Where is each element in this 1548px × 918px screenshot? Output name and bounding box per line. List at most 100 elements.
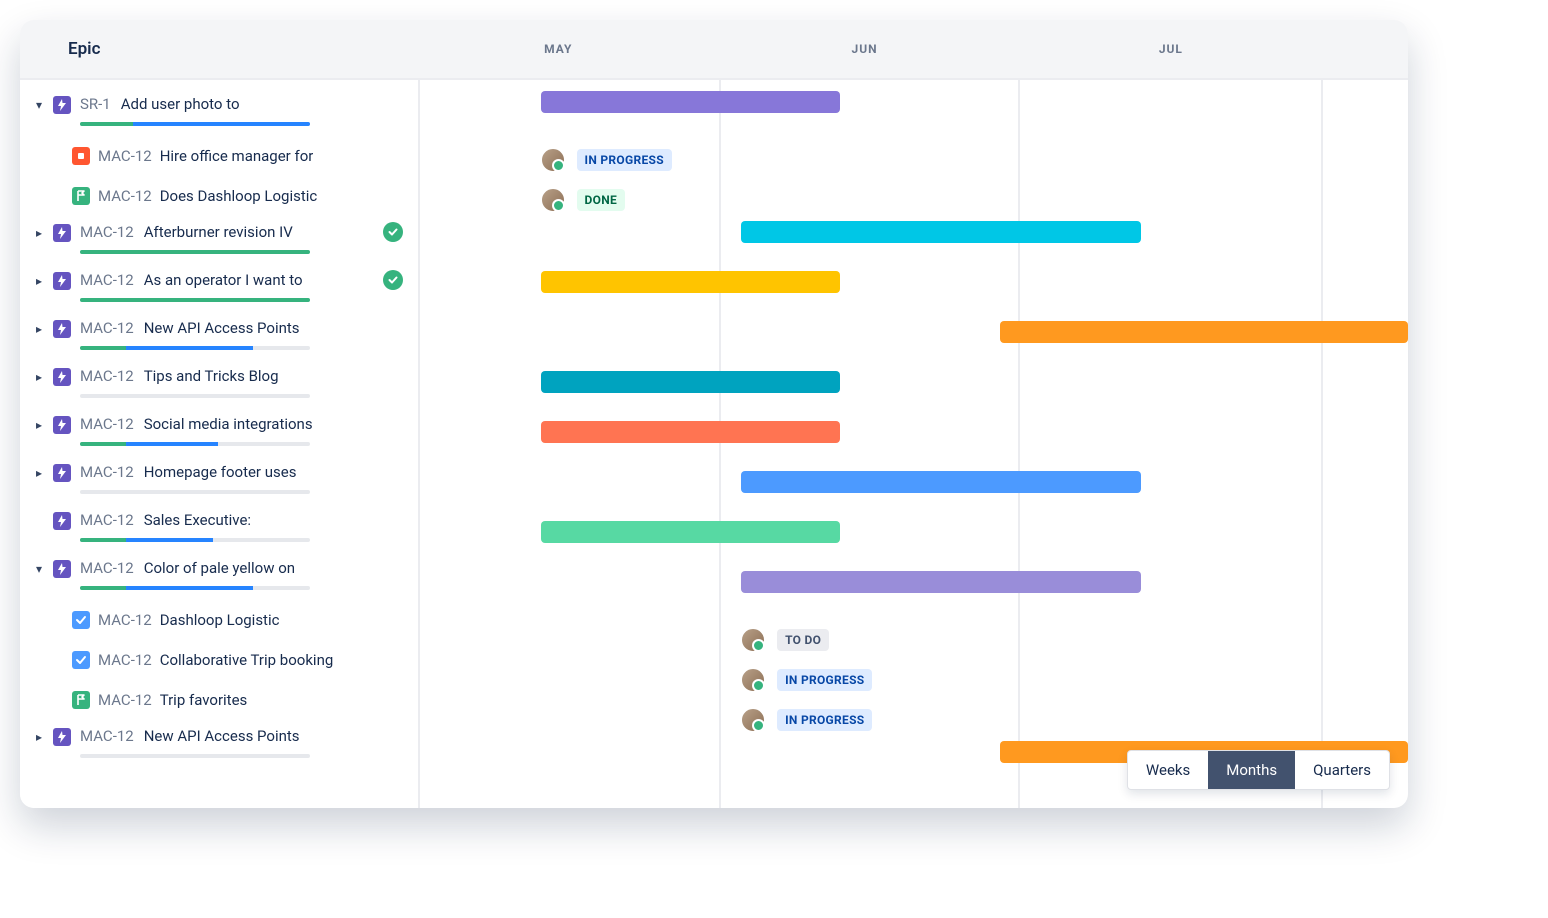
issue-title: Trip favorites <box>160 691 248 709</box>
issue-key: MAC-12 <box>98 187 152 205</box>
child-row[interactable]: MAC-12 Dashloop Logistic <box>20 600 418 640</box>
progress-bar <box>80 122 310 126</box>
timeline-bar[interactable] <box>741 221 1141 243</box>
month-label: MAY <box>528 20 588 78</box>
progress-bar <box>80 490 310 494</box>
timeline-bar[interactable] <box>541 91 840 113</box>
issue-title: Afterburner revision IV <box>144 223 293 241</box>
epic-row[interactable]: ▸MAC-12New API Access Points <box>20 720 418 768</box>
issue-title: New API Access Points <box>144 319 300 337</box>
timeline-bar[interactable] <box>1000 321 1408 343</box>
timeline-bar[interactable] <box>741 471 1141 493</box>
done-badge-icon <box>383 270 403 290</box>
epic-icon <box>53 96 71 114</box>
epic-row[interactable]: ▸MAC-12As an operator I want to <box>20 264 418 312</box>
issue-key: MAC-12 <box>98 611 152 629</box>
epic-icon <box>53 224 71 242</box>
child-row[interactable]: MAC-12 Does Dashloop Logistic <box>20 176 418 216</box>
epic-icon <box>53 560 71 578</box>
timeline-bar[interactable] <box>541 521 840 543</box>
epic-icon <box>53 464 71 482</box>
issue-key: MAC-12 <box>80 559 134 577</box>
story-icon <box>72 187 90 205</box>
progress-bar <box>80 394 310 398</box>
issue-title: Color of pale yellow on <box>144 559 295 577</box>
body: ▾SR-1Add user photo to MAC-12 Hire office … <box>20 80 1408 808</box>
epic-sidebar: ▾SR-1Add user photo to MAC-12 Hire office … <box>20 80 420 808</box>
epic-row[interactable]: ▸MAC-12Social media integrations <box>20 408 418 456</box>
progress-bar <box>80 754 310 758</box>
month-divider <box>719 80 721 808</box>
epic-row[interactable]: MAC-12 Sales Executive: <box>20 504 418 552</box>
progress-bar <box>80 442 310 446</box>
granularity-option-quarters[interactable]: Quarters <box>1295 751 1389 789</box>
avatar[interactable] <box>541 188 565 212</box>
epic-row[interactable]: ▸ MAC-12 Afterburner revision IV <box>20 216 418 264</box>
issue-title: Sales Executive: <box>144 511 251 529</box>
bug-icon <box>72 147 90 165</box>
timeline-bar[interactable] <box>741 571 1141 593</box>
month-divider <box>1321 80 1323 808</box>
status-pill[interactable]: TO DO <box>777 629 829 651</box>
epic-row[interactable]: ▸MAC-12Tips and Tricks Blog <box>20 360 418 408</box>
progress-bar <box>80 298 310 302</box>
issue-key: MAC-12 <box>80 367 134 385</box>
child-row[interactable]: MAC-12 Collaborative Trip booking <box>20 640 418 680</box>
issue-key: MAC-12 <box>80 415 134 433</box>
epic-icon <box>53 320 71 338</box>
status-pill[interactable]: IN PROGRESS <box>777 669 872 691</box>
chevron-right-icon[interactable]: ▸ <box>32 322 46 336</box>
epic-icon <box>53 512 71 530</box>
granularity-option-weeks[interactable]: Weeks <box>1128 751 1208 789</box>
issue-title: Collaborative Trip booking <box>160 651 334 669</box>
issue-key: MAC-12 <box>98 691 152 709</box>
issue-title: Hire office manager for <box>160 147 314 165</box>
roadmap-window: Epic MAYJUNJUL ▾SR-1Add user photo toMAC… <box>20 20 1408 808</box>
status-row: IN PROGRESS <box>541 148 672 172</box>
chevron-down-icon[interactable]: ▾ <box>32 562 46 576</box>
status-pill[interactable]: IN PROGRESS <box>577 149 672 171</box>
status-row: DONE <box>541 188 626 212</box>
issue-key: MAC-12 <box>80 223 134 241</box>
story-icon <box>72 691 90 709</box>
avatar[interactable] <box>741 708 765 732</box>
issue-key: MAC-12 <box>80 727 134 745</box>
chevron-right-icon[interactable]: ▸ <box>32 730 46 744</box>
status-pill[interactable]: DONE <box>577 189 626 211</box>
chevron-down-icon[interactable]: ▾ <box>32 98 46 112</box>
avatar[interactable] <box>741 628 765 652</box>
epic-row[interactable]: ▾SR-1Add user photo to <box>20 88 418 136</box>
issue-title: Dashloop Logistic <box>160 611 280 629</box>
chevron-right-icon[interactable]: ▸ <box>32 466 46 480</box>
timeline-bar[interactable] <box>541 371 840 393</box>
issue-key: MAC-12 <box>80 271 134 289</box>
chevron-right-icon[interactable]: ▸ <box>32 418 46 432</box>
epic-row[interactable]: ▸MAC-12New API Access Points <box>20 312 418 360</box>
progress-bar <box>80 538 310 542</box>
granularity-toggle[interactable]: WeeksMonthsQuarters <box>1127 750 1390 790</box>
timeline-bar[interactable] <box>541 271 840 293</box>
column-header-epic: Epic <box>20 39 420 59</box>
status-row: IN PROGRESS <box>741 668 872 692</box>
chevron-right-icon[interactable]: ▸ <box>32 370 46 384</box>
issue-title: Add user photo to <box>121 95 240 113</box>
granularity-option-months[interactable]: Months <box>1208 751 1295 789</box>
chevron-right-icon[interactable]: ▸ <box>32 274 46 288</box>
task-icon <box>72 611 90 629</box>
chevron-right-icon[interactable]: ▸ <box>32 226 46 240</box>
progress-bar <box>80 346 310 350</box>
issue-title: Does Dashloop Logistic <box>160 187 318 205</box>
issue-key: MAC-12 <box>98 651 152 669</box>
child-row[interactable]: MAC-12 Trip favorites <box>20 680 418 720</box>
timeline[interactable]: IN PROGRESS DONE TO DO IN PROGRESS IN PROGRE… <box>420 80 1408 808</box>
avatar[interactable] <box>541 148 565 172</box>
month-divider <box>1018 80 1020 808</box>
status-pill[interactable]: IN PROGRESS <box>777 709 872 731</box>
avatar[interactable] <box>741 668 765 692</box>
epic-row[interactable]: ▸MAC-12Homepage footer uses <box>20 456 418 504</box>
timeline-bar[interactable] <box>541 421 840 443</box>
epic-row[interactable]: ▾ MAC-12 Color of pale yellow on <box>20 552 418 600</box>
child-row[interactable]: MAC-12 Hire office manager for <box>20 136 418 176</box>
issue-key: MAC-12 <box>98 147 152 165</box>
issue-key: MAC-12 <box>80 511 134 529</box>
